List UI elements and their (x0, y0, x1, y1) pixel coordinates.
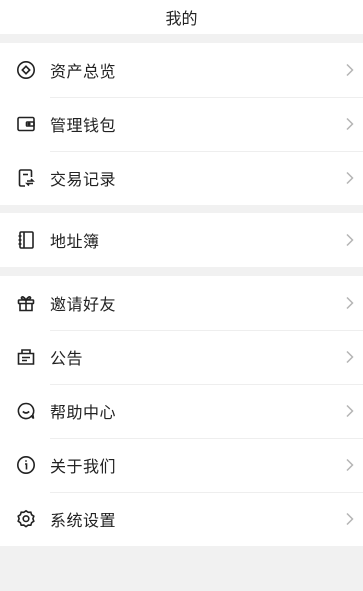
menu-group-more: 邀请好友 公告 帮助中心 关于我们 系统设置 (0, 276, 363, 546)
menu-item-label: 系统设置 (50, 511, 117, 530)
page-title: 我的 (165, 9, 198, 28)
chevron-right-icon (345, 350, 355, 364)
menu-item-address-book[interactable]: 地址簿 (0, 213, 363, 267)
menu-item-manage-wallet[interactable]: 管理钱包 (0, 97, 363, 151)
menu-item-help-center[interactable]: 帮助中心 (0, 384, 363, 438)
menu-group-address: 地址簿 (0, 213, 363, 267)
menu-item-label: 邀请好友 (50, 295, 117, 314)
chevron-right-icon (345, 233, 355, 247)
chevron-right-icon (345, 404, 355, 418)
menu-item-label: 管理钱包 (50, 116, 117, 135)
menu-item-label: 地址簿 (50, 232, 100, 251)
menu-item-label: 关于我们 (50, 457, 117, 476)
announcement-icon (16, 347, 36, 367)
chevron-right-icon (345, 296, 355, 310)
menu-item-label: 公告 (50, 349, 84, 368)
menu-item-label: 交易记录 (50, 170, 117, 189)
gear-icon (16, 509, 36, 529)
transaction-record-icon (16, 168, 36, 188)
menu-item-announcements[interactable]: 公告 (0, 330, 363, 384)
menu-item-transaction-records[interactable]: 交易记录 (0, 151, 363, 205)
chevron-right-icon (345, 171, 355, 185)
page-header: 我的 (0, 0, 363, 34)
chevron-right-icon (345, 117, 355, 131)
wallet-icon (16, 114, 36, 134)
address-book-icon (16, 230, 36, 250)
info-icon (16, 455, 36, 475)
menu-item-label: 资产总览 (50, 62, 117, 81)
menu-group-assets: 资产总览 管理钱包 交易记录 (0, 43, 363, 205)
menu-item-label: 帮助中心 (50, 403, 117, 422)
menu-item-system-settings[interactable]: 系统设置 (0, 492, 363, 546)
gift-icon (16, 293, 36, 313)
menu-item-asset-overview[interactable]: 资产总览 (0, 43, 363, 97)
menu-item-invite-friends[interactable]: 邀请好友 (0, 276, 363, 330)
chevron-right-icon (345, 63, 355, 77)
chevron-right-icon (345, 512, 355, 526)
help-icon (16, 401, 36, 421)
menu-item-about-us[interactable]: 关于我们 (0, 438, 363, 492)
chevron-right-icon (345, 458, 355, 472)
asset-overview-icon (16, 60, 36, 80)
